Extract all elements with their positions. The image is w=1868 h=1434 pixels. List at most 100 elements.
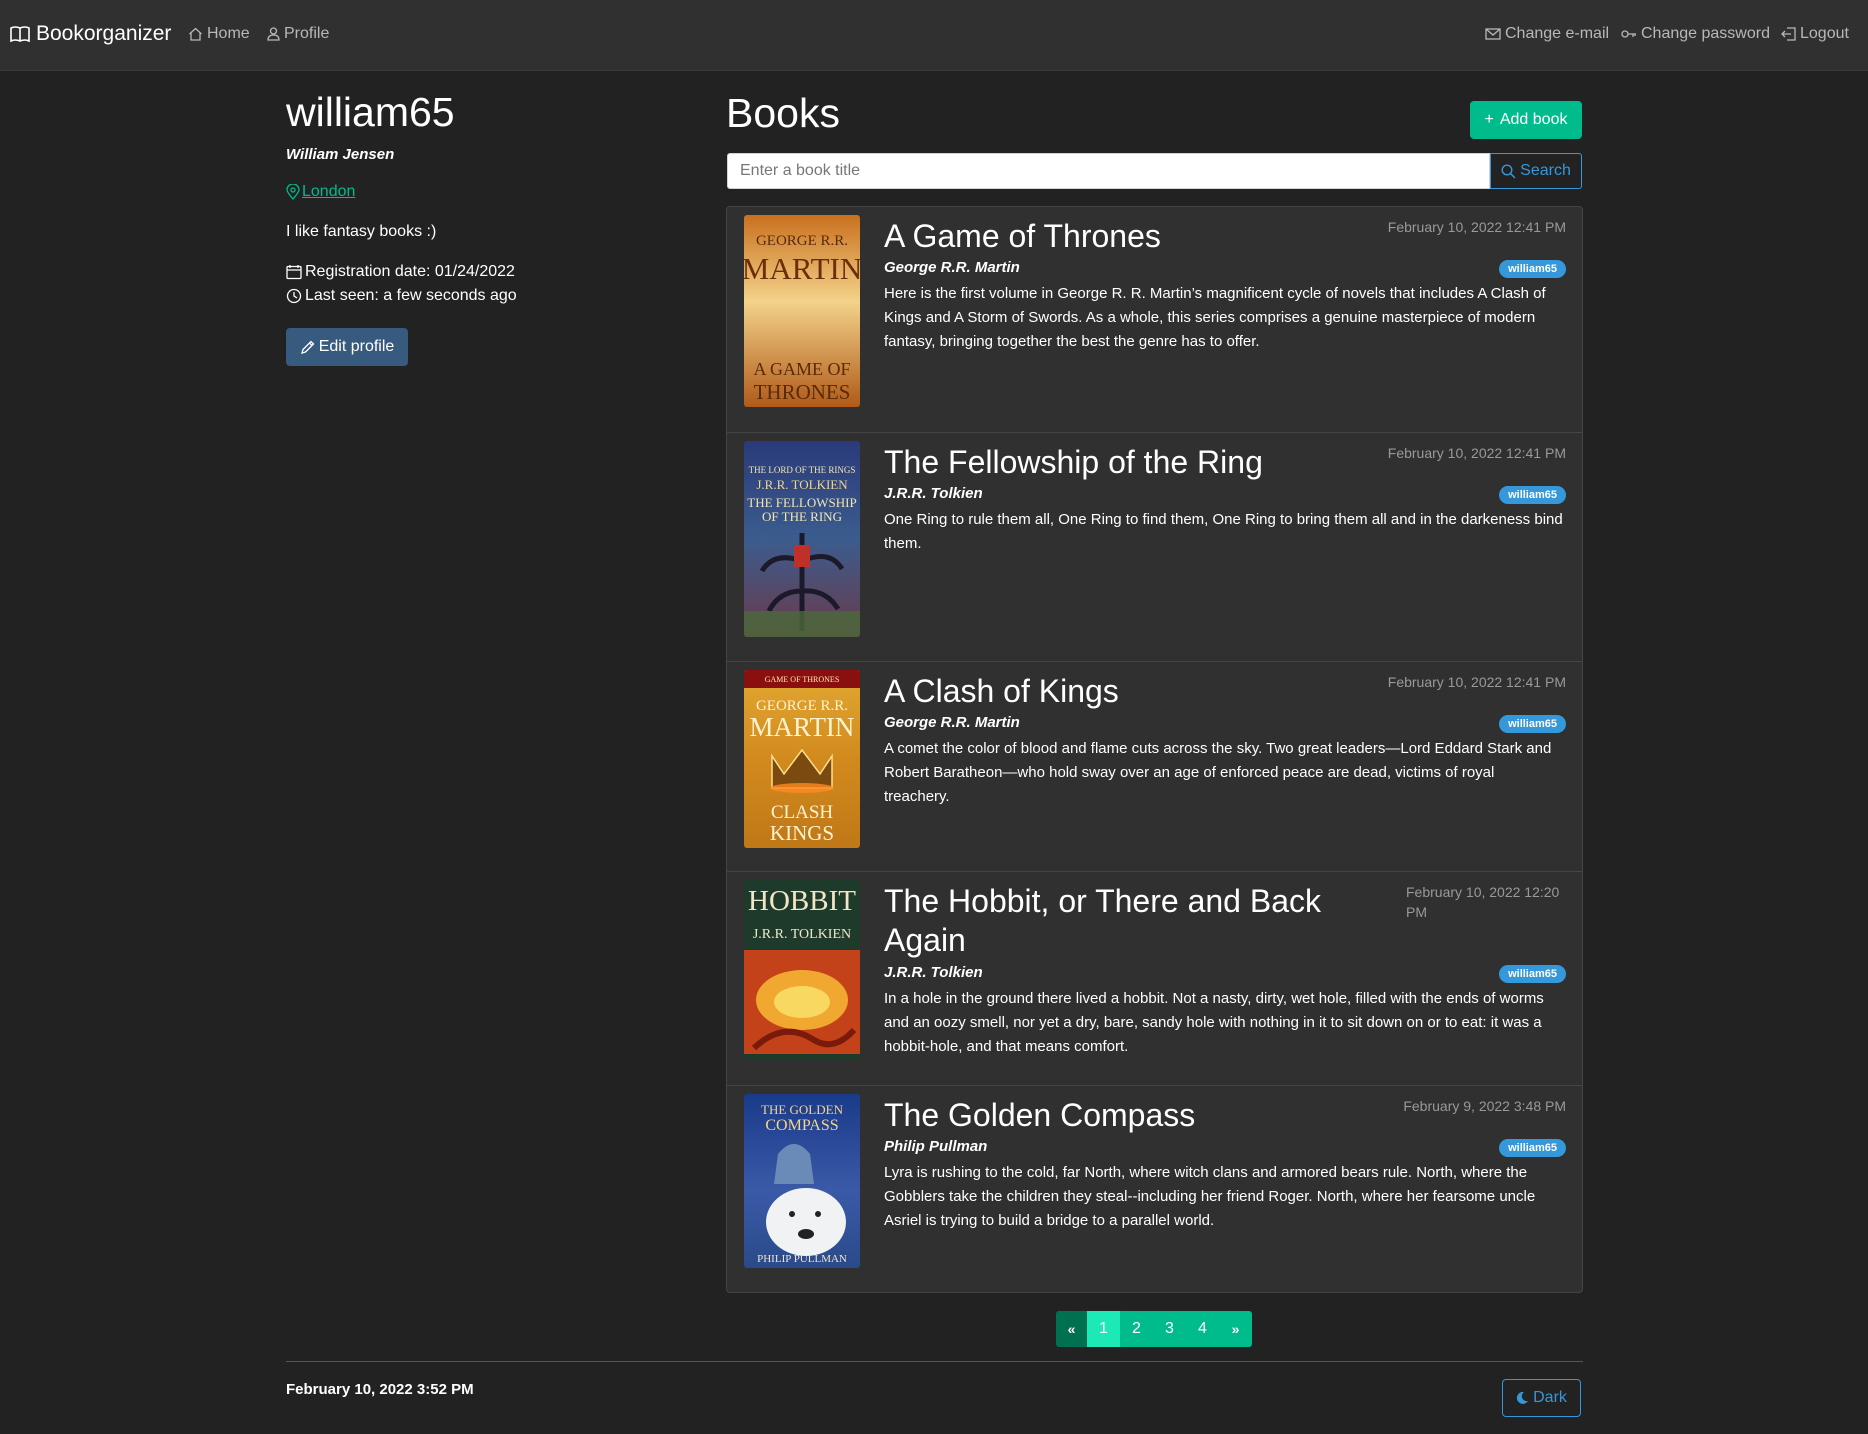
profile-username: william65 [286, 89, 455, 135]
footer-date: February 10, 2022 3:52 PM [286, 1381, 474, 1398]
profile-location: London [286, 183, 686, 201]
nav-change-password[interactable]: Change password [1621, 25, 1770, 43]
books-heading: Books [726, 90, 840, 136]
nav-home[interactable]: Home [188, 25, 250, 43]
book-description: Here is the first volume in George R. R.… [884, 285, 1546, 350]
owner-badge[interactable]: william65 [1499, 1139, 1566, 1157]
book-item: GAME OF THRONES GEORGE R.R. MARTIN CLASH… [727, 662, 1582, 872]
moon-icon [1516, 1391, 1529, 1405]
brand-link[interactable]: Bookorganizer [10, 22, 171, 46]
book-title[interactable]: A Clash of Kings [884, 672, 1119, 711]
book-title[interactable]: The Hobbit, or There and Back Again [884, 882, 1324, 960]
edit-profile-label: Edit profile [318, 338, 395, 355]
book-date: February 10, 2022 12:41 PM [1387, 674, 1566, 690]
nav-change-password-label: Change password [1641, 25, 1770, 42]
profile-full-name: William Jensen [286, 146, 395, 163]
pagination-page-2[interactable]: 2 [1120, 1311, 1153, 1347]
registration-date: Registration date: 01/24/2022 [286, 263, 686, 281]
book-author: George R.R. Martin [884, 259, 1020, 276]
cover-text: THE GOLDEN [761, 1102, 844, 1117]
nav-home-label: Home [207, 25, 250, 42]
cover-text: J.R.R. TOLKIEN [753, 927, 851, 942]
nav-profile-label: Profile [284, 25, 330, 42]
cover-text: OF THE RING [762, 509, 842, 524]
edit-profile-button[interactable]: Edit profile [286, 328, 408, 366]
book-search-input[interactable] [727, 153, 1490, 189]
pagination-page-4[interactable]: 4 [1186, 1311, 1219, 1347]
navbar: Bookorganizer Home Profile Change e-mail… [0, 0, 1868, 71]
book-description: A comet the color of blood and flame cut… [884, 740, 1552, 805]
book-date: February 10, 2022 12:41 PM [1387, 219, 1566, 235]
pagination: « 1 2 3 4 » [1056, 1311, 1252, 1347]
book-cover[interactable]: THE LORD OF THE RINGS J.R.R. TOLKIEN THE… [744, 441, 860, 637]
book-item: THE GOLDEN COMPASS PHILIP PULLMAN The Go… [727, 1086, 1582, 1292]
pagination-next[interactable]: » [1219, 1311, 1252, 1347]
book-item: THE LORD OF THE RINGS J.R.R. TOLKIEN THE… [727, 433, 1582, 662]
book-author: George R.R. Martin [884, 714, 1020, 731]
book-cover[interactable]: GAME OF THRONES GEORGE R.R. MARTIN CLASH… [744, 670, 860, 848]
calendar-icon [286, 264, 302, 280]
book-item: HOBBIT J.R.R. TOLKIEN The Hobbit, or The… [727, 872, 1582, 1086]
book-date: February 9, 2022 3:48 PM [1403, 1098, 1566, 1114]
pagination-page-1[interactable]: 1 [1087, 1311, 1120, 1347]
location-link[interactable]: London [302, 183, 355, 201]
owner-badge[interactable]: william65 [1499, 260, 1566, 278]
cover-text: THE FELLOWSHIP [747, 495, 856, 510]
registration-date-label: Registration date: 01/24/2022 [305, 263, 515, 280]
nav-change-email-label: Change e-mail [1505, 25, 1610, 42]
clock-icon [286, 288, 302, 304]
nav-profile[interactable]: Profile [267, 25, 329, 43]
last-seen: Last seen: a few seconds ago [286, 287, 686, 305]
book-description: One Ring to rule them all, One Ring to f… [884, 511, 1563, 552]
owner-badge[interactable]: william65 [1499, 715, 1566, 733]
book-date: February 10, 2022 12:41 PM [1387, 445, 1566, 461]
theme-toggle-button[interactable]: Dark [1502, 1379, 1581, 1417]
book-title[interactable]: The Golden Compass [884, 1096, 1195, 1135]
owner-badge[interactable]: william65 [1499, 965, 1566, 983]
book-icon [10, 25, 30, 43]
book-author: J.R.R. Tolkien [884, 485, 983, 502]
nav-logout[interactable]: Logout [1781, 25, 1849, 43]
search-label: Search [1520, 162, 1571, 179]
book-author: Philip Pullman [884, 1138, 988, 1155]
pagination-prev[interactable]: « [1056, 1311, 1087, 1347]
book-list: GEORGE R.R. MARTIN A GAME OF THRONES A G… [726, 206, 1583, 1293]
book-cover[interactable]: HOBBIT J.R.R. TOLKIEN [744, 880, 860, 1060]
cover-text: COMPASS [765, 1117, 838, 1134]
book-title[interactable]: A Game of Thrones [884, 217, 1161, 256]
cover-text: GAME OF THRONES [765, 675, 840, 684]
book-description: Lyra is rushing to the cold, far North, … [884, 1164, 1536, 1229]
cover-text: A GAME OF [753, 359, 850, 379]
nav-logout-label: Logout [1800, 25, 1849, 42]
search-button[interactable]: Search [1490, 153, 1582, 189]
book-date: February 10, 2022 12:20 PM [1406, 884, 1560, 920]
book-cover[interactable]: GEORGE R.R. MARTIN A GAME OF THRONES [744, 215, 860, 407]
cover-text: MARTIN [750, 712, 855, 742]
pagination-page-3[interactable]: 3 [1153, 1311, 1186, 1347]
owner-badge[interactable]: william65 [1499, 486, 1566, 504]
cover-text: CLASH [771, 802, 834, 823]
cover-text: THRONES [754, 380, 851, 404]
cover-text: J.R.R. TOLKIEN [756, 477, 848, 492]
brand-label: Bookorganizer [36, 22, 172, 45]
house-icon [188, 27, 203, 41]
nav-change-email[interactable]: Change e-mail [1485, 25, 1609, 43]
envelope-icon [1485, 28, 1501, 40]
plus-icon: + [1484, 111, 1494, 128]
theme-toggle-label: Dark [1533, 1389, 1567, 1406]
cover-text: MARTIN [744, 251, 860, 286]
cover-text: KINGS [770, 821, 834, 845]
cover-text: HOBBIT [748, 885, 856, 917]
book-cover[interactable]: THE GOLDEN COMPASS PHILIP PULLMAN [744, 1094, 860, 1268]
book-description: In a hole in the ground there lived a ho… [884, 990, 1544, 1055]
add-book-button[interactable]: + Add book [1470, 101, 1582, 139]
cover-text: PHILIP PULLMAN [757, 1253, 847, 1265]
book-title[interactable]: The Fellowship of the Ring [884, 443, 1263, 482]
person-icon [267, 27, 280, 41]
cover-text: THE LORD OF THE RINGS [749, 465, 856, 475]
cover-text: GEORGE R.R. [756, 233, 848, 249]
profile-sidebar: william65 William Jensen London I like f… [286, 89, 686, 366]
add-book-label: Add book [1499, 111, 1568, 128]
pencil-icon [300, 340, 315, 355]
book-item: GEORGE R.R. MARTIN A GAME OF THRONES A G… [727, 207, 1582, 433]
